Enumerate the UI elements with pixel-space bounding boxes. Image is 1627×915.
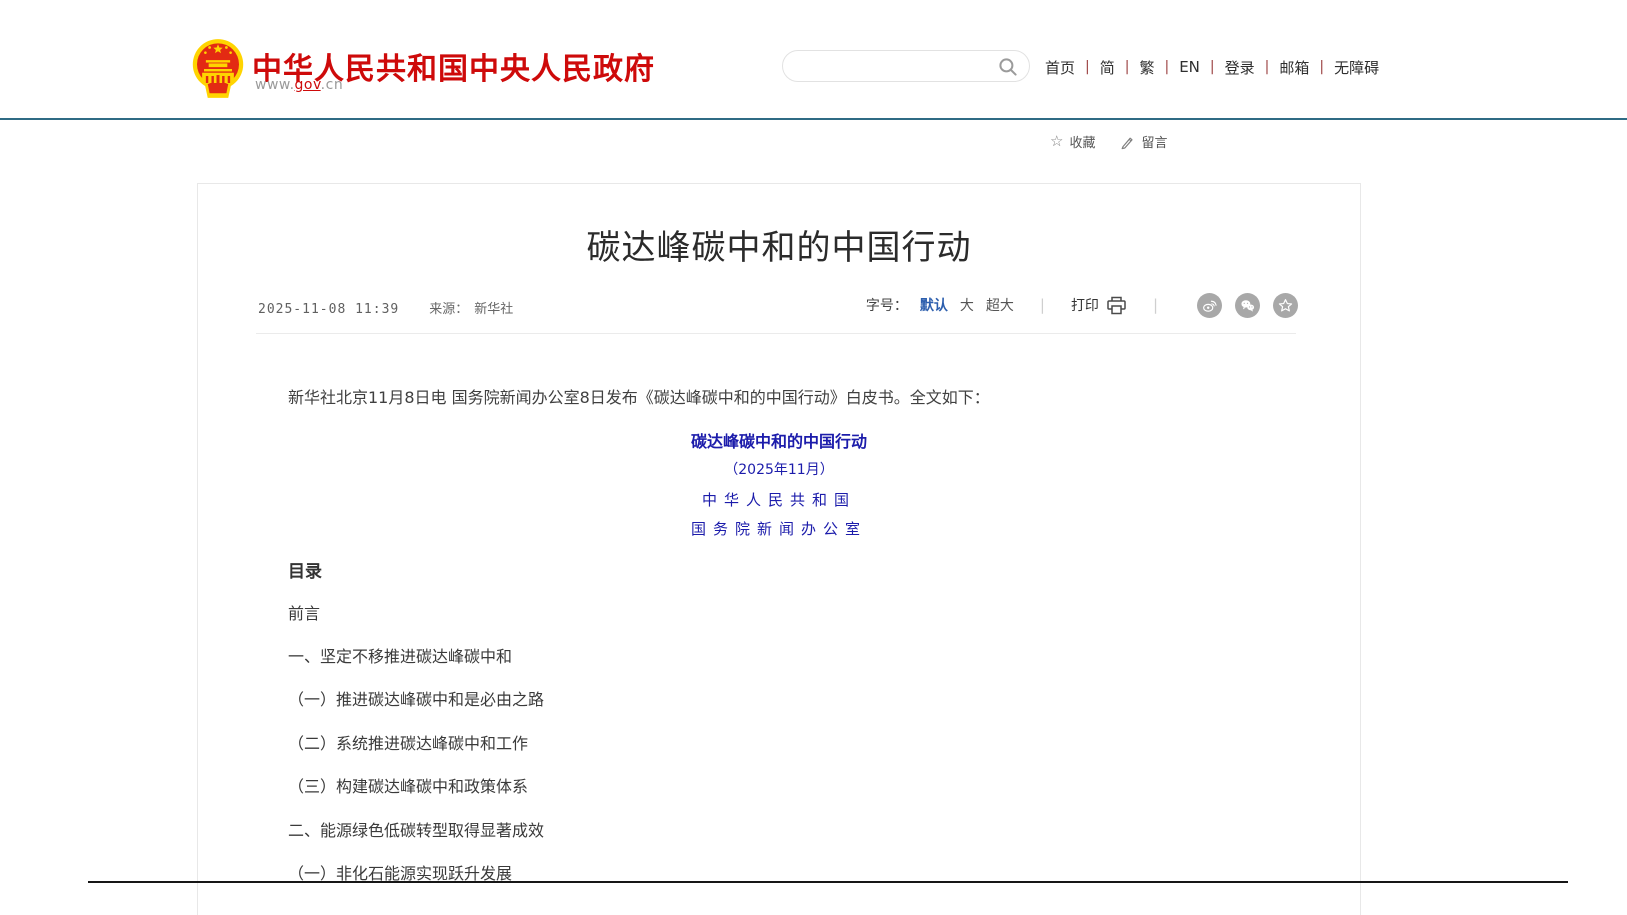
toc-item: 二、能源绿色低碳转型取得显著成效	[288, 819, 544, 843]
toc-item: （一）推进碳达峰碳中和是必由之路	[288, 688, 544, 712]
toc-item: （二）系统推进碳达峰碳中和工作	[288, 732, 528, 756]
print-button[interactable]: 打印	[1071, 295, 1099, 315]
nav-item-home[interactable]: 首页	[1045, 57, 1075, 78]
nav-item-simplified[interactable]: 简	[1100, 57, 1115, 78]
site-url-www: www.	[255, 77, 295, 93]
weibo-share-icon[interactable]	[1197, 293, 1222, 318]
wechat-share-icon[interactable]	[1235, 293, 1260, 318]
site-header: 中华人民共和国中央人民政府 www.gov.cn 首页 | 简 | 繁 | EN…	[0, 0, 1627, 120]
source-value[interactable]: 新华社	[474, 298, 513, 317]
article-meta: 2025-11-08 11:39 来源： 新华社	[258, 298, 513, 317]
toc-item: （三）构建碳达峰碳中和政策体系	[288, 775, 528, 799]
article-toolbar: 字号： 默认 大 超大 | 打印 |	[866, 290, 1298, 320]
toc-item: 前言	[288, 602, 320, 626]
comment-link[interactable]: 留言	[1141, 132, 1167, 151]
search-icon[interactable]	[998, 57, 1018, 77]
fontsize-xlarge-button[interactable]: 超大	[986, 295, 1014, 315]
toolbar-separator: |	[1153, 296, 1158, 314]
toolbar-separator: |	[1040, 296, 1045, 314]
nav-separator: |	[1319, 59, 1324, 75]
nav-item-traditional[interactable]: 繁	[1139, 57, 1154, 78]
page-action-row: ☆ 收藏 留言	[1050, 132, 1167, 151]
toc-heading: 目录	[288, 560, 322, 586]
favorite-link[interactable]: 收藏	[1069, 132, 1095, 151]
document-title: 碳达峰碳中和的中国行动	[198, 430, 1360, 454]
intro-paragraph: 新华社北京11月8日电 国务院新闻办公室8日发布《碳达峰碳中和的中国行动》白皮书…	[256, 386, 1306, 410]
nav-item-accessibility[interactable]: 无障碍	[1334, 57, 1379, 78]
document-org-line2: 国务院新闻办公室	[198, 518, 1360, 541]
article-panel: 碳达峰碳中和的中国行动 2025-11-08 11:39 来源： 新华社 字号：…	[197, 183, 1361, 915]
site-url-gov: gov	[295, 77, 321, 93]
printer-icon[interactable]	[1106, 296, 1127, 315]
bottom-edge-line	[88, 881, 1568, 883]
nav-item-login[interactable]: 登录	[1225, 57, 1255, 78]
national-emblem-logo[interactable]	[190, 37, 246, 101]
nav-separator: |	[1210, 59, 1215, 75]
meta-divider	[256, 333, 1296, 334]
publish-date: 2025-11-08 11:39	[258, 302, 399, 317]
nav-separator: |	[1125, 59, 1130, 75]
favorite-share-icon[interactable]	[1273, 293, 1298, 318]
fontsize-large-button[interactable]: 大	[960, 295, 974, 315]
site-url[interactable]: www.gov.cn	[255, 77, 343, 93]
nav-item-mail[interactable]: 邮箱	[1279, 57, 1309, 78]
search-box	[782, 50, 1030, 82]
favorite-star-icon[interactable]: ☆	[1050, 134, 1063, 149]
document-org-line1: 中华人民共和国	[198, 489, 1360, 512]
document-date: （2025年11月）	[198, 460, 1360, 481]
article-title: 碳达峰碳中和的中国行动	[198, 220, 1360, 269]
source-label: 来源：	[429, 298, 468, 317]
nav-separator: |	[1164, 59, 1169, 75]
pencil-icon[interactable]	[1119, 134, 1135, 150]
nav-separator: |	[1265, 59, 1270, 75]
toc-item: 一、坚定不移推进碳达峰碳中和	[288, 645, 512, 669]
site-url-cn: .cn	[321, 77, 344, 93]
nav-separator: |	[1085, 59, 1090, 75]
fontsize-default-button[interactable]: 默认	[920, 295, 948, 315]
top-nav: 首页 | 简 | 繁 | EN | 登录 | 邮箱 | 无障碍	[1045, 55, 1379, 79]
search-input[interactable]	[799, 54, 985, 78]
nav-item-english[interactable]: EN	[1179, 58, 1200, 76]
fontsize-label: 字号：	[866, 295, 908, 315]
